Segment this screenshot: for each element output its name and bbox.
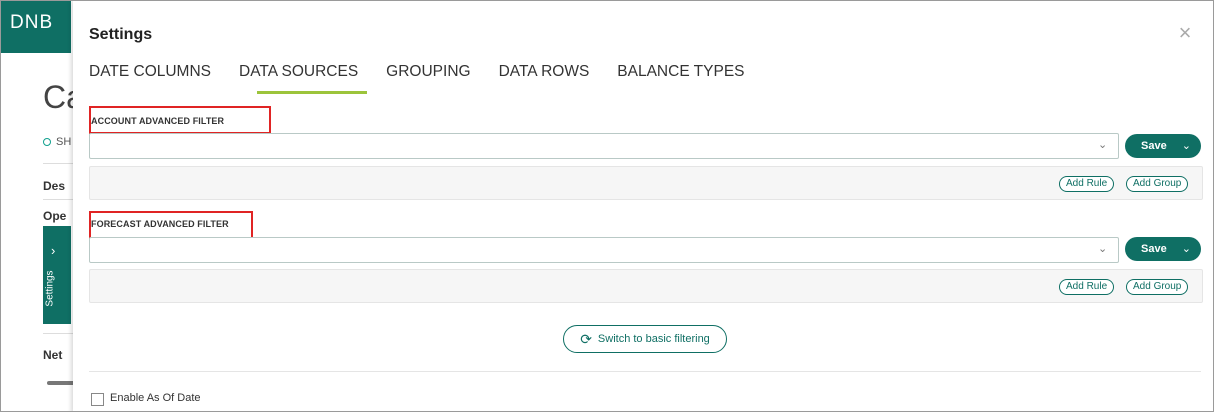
forecast-add-group-button[interactable]: Add Group — [1126, 279, 1189, 295]
dnb-logo: DNB — [10, 12, 54, 33]
chevron-down-icon[interactable]: ⌄ — [1182, 139, 1191, 152]
settings-tabs: DATE COLUMNS DATA SOURCES GROUPING DATA … — [89, 63, 773, 94]
tab-data-rows[interactable]: DATA ROWS — [499, 63, 590, 91]
close-icon[interactable]: × — [1175, 22, 1195, 44]
forecast-add-rule-button[interactable]: Add Rule — [1059, 279, 1115, 295]
enable-as-of-date-label: Enable As Of Date — [110, 392, 201, 404]
switch-button-label: Switch to basic filtering — [597, 333, 710, 345]
background-status: SH — [43, 136, 71, 148]
account-filter-select[interactable]: ⌄ — [89, 133, 1119, 159]
settings-side-tab-label: Settings — [44, 270, 56, 307]
refresh-icon: ⟳ — [580, 330, 592, 347]
account-filter-label: ACCOUNT ADVANCED FILTER — [91, 116, 225, 126]
settings-side-tab[interactable]: › Settings — [43, 226, 71, 324]
tab-data-sources[interactable]: DATA SOURCES — [239, 63, 368, 94]
account-add-rule-button[interactable]: Add Rule — [1059, 176, 1115, 192]
save-button-label: Save — [1141, 243, 1167, 255]
enable-as-of-date-checkbox[interactable] — [91, 393, 104, 406]
account-save-button[interactable]: Save ⌄ — [1125, 134, 1201, 158]
status-dot-icon — [43, 138, 51, 147]
forecast-filter-label: FORECAST ADVANCED FILTER — [91, 219, 229, 229]
settings-modal: Settings × DATE COLUMNS DATA SOURCES GRO… — [73, 1, 1213, 411]
app-topbar: DNB — [1, 1, 71, 53]
forecast-filter-select[interactable]: ⌄ — [89, 237, 1119, 263]
chevron-down-icon[interactable]: ⌄ — [1182, 242, 1191, 255]
account-rule-panel: Add Rule Add Group — [89, 166, 1203, 200]
chevron-right-icon: › — [51, 243, 56, 258]
background-row-label: Net — [43, 348, 63, 362]
tab-date-columns[interactable]: DATE COLUMNS — [89, 63, 211, 91]
window: DNB Ca SH Des Ope › Settings Net Setting… — [0, 0, 1214, 412]
chevron-down-icon: ⌄ — [1098, 139, 1108, 151]
tab-grouping[interactable]: GROUPING — [386, 63, 470, 91]
tab-balance-types[interactable]: BALANCE TYPES — [617, 63, 744, 91]
background-status-text: SH — [56, 136, 72, 148]
forecast-save-button[interactable]: Save ⌄ — [1125, 237, 1201, 261]
forecast-rule-panel: Add Rule Add Group — [89, 269, 1203, 303]
background-row-label: Des — [43, 179, 66, 193]
divider — [89, 371, 1201, 372]
switch-to-basic-filtering-button[interactable]: ⟳ Switch to basic filtering — [563, 325, 727, 353]
chevron-down-icon: ⌄ — [1098, 243, 1108, 255]
background-row-label: Ope — [43, 209, 67, 223]
save-button-label: Save — [1141, 140, 1167, 152]
modal-title: Settings — [89, 26, 153, 43]
account-add-group-button[interactable]: Add Group — [1126, 176, 1189, 192]
